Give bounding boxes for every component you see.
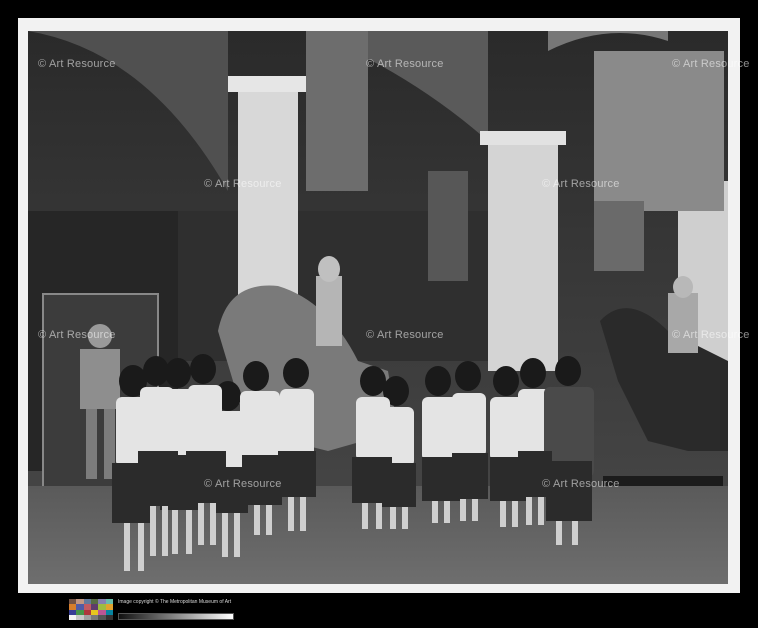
banner	[306, 31, 368, 191]
color-checker-chart	[69, 599, 113, 620]
image-copyright-caption: Image copyright © The Metropolitan Museu…	[118, 599, 232, 605]
watermark-text: © Art Resource	[204, 178, 282, 190]
museum-photograph	[28, 31, 728, 584]
watermark-text: © Art Resource	[672, 58, 750, 70]
armor-gallery-scene	[28, 31, 728, 584]
watermark-text: © Art Resource	[38, 58, 116, 70]
watermark-text: © Art Resource	[366, 58, 444, 70]
grayscale-strip	[118, 613, 234, 620]
watermark-text: © Art Resource	[38, 329, 116, 341]
watermark-text: © Art Resource	[204, 478, 282, 490]
watermark-text: © Art Resource	[366, 329, 444, 341]
watermark-text: © Art Resource	[542, 478, 620, 490]
pillar-right	[488, 141, 558, 371]
watermark-text: © Art Resource	[542, 178, 620, 190]
watermark-text: © Art Resource	[672, 329, 750, 341]
